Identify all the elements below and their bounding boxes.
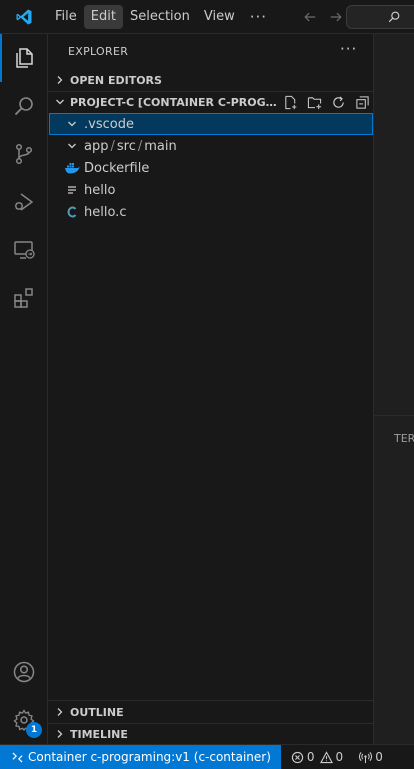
project-actions bbox=[278, 91, 374, 113]
docker-icon bbox=[64, 161, 80, 175]
explorer-more-button[interactable]: ··· bbox=[340, 40, 357, 58]
menu-file[interactable]: File bbox=[48, 5, 84, 29]
status-bar: Container c-programing:v1 (c-container) … bbox=[0, 744, 414, 769]
source-control-icon[interactable] bbox=[0, 130, 48, 178]
ports-count: 0 bbox=[375, 750, 383, 764]
chevron-right-icon bbox=[50, 75, 70, 85]
command-center-search[interactable] bbox=[346, 5, 414, 29]
tree-item-label-app[interactable]: app bbox=[84, 139, 108, 154]
project-section[interactable]: PROJECT-C [CONTAINER C-PROGRAM... bbox=[48, 91, 374, 113]
editor-area: TERI bbox=[374, 34, 414, 744]
error-icon bbox=[291, 751, 304, 763]
menu-bar: File Edit Selection View ··· bbox=[48, 0, 275, 34]
terminal-panel-title[interactable]: TERI bbox=[394, 432, 414, 445]
path-separator: / bbox=[137, 138, 143, 154]
remote-icon bbox=[12, 751, 23, 763]
project-label: PROJECT-C [CONTAINER C-PROGRAM... bbox=[70, 95, 278, 109]
tree-item-vscode[interactable]: .vscode bbox=[49, 113, 373, 135]
remote-explorer-icon[interactable] bbox=[0, 226, 48, 274]
chevron-right-icon bbox=[50, 707, 70, 717]
search-icon bbox=[387, 10, 401, 28]
accounts-badge: 1 bbox=[26, 722, 42, 738]
tree-item-label: Dockerfile bbox=[84, 160, 150, 176]
menu-selection[interactable]: Selection bbox=[123, 5, 197, 29]
timeline-label: TIMELINE bbox=[70, 727, 128, 741]
run-debug-icon[interactable] bbox=[0, 178, 48, 226]
back-arrow-icon[interactable] bbox=[297, 5, 323, 29]
open-editors-label: OPEN EDITORS bbox=[70, 73, 162, 87]
problems-indicator[interactable]: 0 0 bbox=[291, 750, 343, 764]
remote-indicator[interactable]: Container c-programing:v1 (c-container) bbox=[0, 745, 281, 769]
c-file-icon bbox=[64, 206, 80, 218]
tree-item-label: hello bbox=[84, 182, 116, 198]
navigation-arrows bbox=[297, 5, 349, 29]
tree-item-label-src[interactable]: src bbox=[117, 139, 136, 154]
timeline-section[interactable]: TIMELINE bbox=[48, 723, 374, 745]
warning-icon bbox=[319, 750, 333, 763]
tree-item-label-main[interactable]: main bbox=[144, 139, 176, 154]
text-file-icon bbox=[64, 184, 80, 196]
broadcast-icon bbox=[359, 751, 373, 763]
outline-section[interactable]: OUTLINE bbox=[48, 701, 374, 723]
remote-label: Container c-programing:v1 (c-container) bbox=[28, 750, 271, 764]
editor-group bbox=[374, 34, 414, 416]
vscode-logo-icon bbox=[0, 0, 48, 34]
tree-item-app-src-main[interactable]: app / src / main bbox=[49, 135, 373, 157]
chevron-down-icon bbox=[64, 119, 80, 129]
vscode-window: File Edit Selection View ··· 1 EXPLORER … bbox=[0, 0, 414, 769]
outline-label: OUTLINE bbox=[70, 705, 124, 719]
activity-bar: 1 bbox=[0, 34, 48, 744]
tree-item-hello-c[interactable]: hello.c bbox=[49, 201, 373, 223]
search-view-icon[interactable] bbox=[0, 82, 48, 130]
tree-item-label: .vscode bbox=[84, 116, 134, 132]
chevron-down-icon bbox=[50, 97, 70, 107]
collapse-all-icon[interactable] bbox=[350, 91, 374, 113]
tree-item-label: hello.c bbox=[84, 204, 127, 220]
chevron-down-icon bbox=[64, 141, 80, 151]
accounts-icon[interactable] bbox=[0, 648, 48, 696]
new-file-icon[interactable] bbox=[278, 91, 302, 113]
new-folder-icon[interactable] bbox=[302, 91, 326, 113]
menu-edit[interactable]: Edit bbox=[83, 4, 123, 29]
open-editors-section[interactable]: OPEN EDITORS bbox=[48, 69, 374, 91]
error-count: 0 bbox=[306, 750, 315, 764]
explorer-sidebar: EXPLORER ··· OPEN EDITORS PROJECT-C [CON… bbox=[48, 34, 374, 744]
ports-indicator[interactable]: 0 bbox=[359, 750, 383, 764]
settings-gear-icon[interactable]: 1 bbox=[0, 696, 48, 744]
extensions-icon[interactable] bbox=[0, 274, 48, 322]
tree-item-hello[interactable]: hello bbox=[49, 179, 373, 201]
explorer-title: EXPLORER bbox=[68, 45, 129, 58]
menu-view[interactable]: View bbox=[197, 5, 242, 29]
refresh-icon[interactable] bbox=[326, 91, 350, 113]
path-separator: / bbox=[110, 138, 115, 154]
tree-item-dockerfile[interactable]: Dockerfile bbox=[49, 157, 373, 179]
chevron-right-icon bbox=[50, 729, 70, 739]
menu-more-button[interactable]: ··· bbox=[242, 8, 275, 26]
warning-count: 0 bbox=[335, 750, 344, 764]
explorer-icon[interactable] bbox=[0, 34, 48, 82]
